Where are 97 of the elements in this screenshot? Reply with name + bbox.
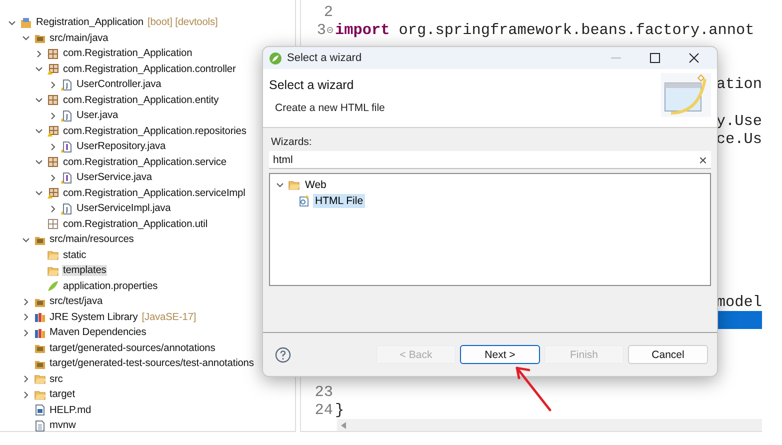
code-text: y.Use — [716, 112, 762, 130]
library-icon — [34, 326, 46, 339]
library-icon — [34, 311, 46, 324]
chevron-down-icon[interactable] — [35, 189, 43, 198]
line-number: 23 — [314, 383, 333, 402]
leaf-logo-icon — [269, 52, 282, 64]
tree-item[interactable]: com.Registration_Application.entity — [62, 94, 220, 106]
tree-item-decoration: [boot] [devtools] — [147, 17, 218, 28]
chevron-right-icon[interactable] — [48, 204, 56, 213]
tree-item[interactable]: JRE System Library — [48, 312, 139, 323]
chevron-right-icon[interactable] — [48, 80, 56, 89]
tree-item[interactable]: com.Registration_Application — [62, 48, 194, 60]
tree-item[interactable]: target/generated-test-sources/test-annotations — [48, 358, 255, 370]
wizards-label: Wizards: — [271, 136, 313, 148]
source-folder-icon — [34, 342, 46, 354]
tree-item-decoration: [JavaSE-17] — [142, 312, 196, 323]
wizard-item[interactable]: HTML File — [313, 194, 366, 208]
folder-icon — [47, 264, 59, 277]
collapse-icon[interactable] — [327, 27, 333, 34]
tree-item[interactable]: target — [48, 389, 76, 400]
chevron-right-icon[interactable] — [48, 142, 56, 151]
chevron-down-icon[interactable] — [22, 34, 30, 42]
help-icon[interactable] — [275, 346, 291, 362]
package-warning-icon — [47, 125, 59, 138]
java-file-icon — [60, 202, 72, 215]
chevron-down-icon[interactable] — [35, 65, 43, 74]
wizard-item[interactable]: Web — [303, 178, 328, 192]
tree-item[interactable]: User.java — [76, 110, 120, 122]
tree-item[interactable]: mvnw — [48, 420, 77, 432]
interface-file-icon — [60, 172, 72, 184]
chevron-down-icon[interactable] — [35, 158, 43, 166]
tree-item[interactable]: templates — [62, 265, 108, 276]
java-file-icon — [60, 78, 72, 91]
chevron-right-icon[interactable] — [22, 375, 30, 384]
wizard-description: Create a new HTML file — [275, 102, 386, 114]
window-title: Select a wizard — [287, 52, 363, 64]
html-file-icon — [298, 195, 310, 207]
package-icon — [47, 94, 59, 106]
interface-file-icon — [60, 140, 72, 153]
leaf-icon — [47, 280, 59, 292]
chevron-right-icon[interactable] — [22, 313, 30, 322]
package-icon — [47, 218, 59, 230]
chevron-right-icon[interactable] — [48, 112, 56, 120]
java-file-icon — [60, 110, 72, 122]
chevron-down-icon[interactable] — [35, 127, 43, 136]
tree-item[interactable]: com.Registration_Application.repositories — [62, 126, 248, 137]
wizard-heading: Select a wizard — [269, 78, 355, 92]
tree-item[interactable]: com.Registration_Application.service — [62, 156, 228, 168]
tree-item[interactable]: UserController.java — [76, 79, 162, 90]
tree-item[interactable]: src/test/java — [48, 296, 104, 308]
folder-icon — [47, 249, 59, 262]
tree-item[interactable]: UserService.java — [76, 172, 153, 184]
package-warning-icon — [47, 63, 59, 76]
folder-icon — [34, 388, 46, 401]
line-number: 3 — [316, 21, 326, 40]
horizontal-scrollbar[interactable] — [337, 419, 762, 431]
package-icon — [47, 156, 59, 168]
tree-item[interactable]: target/generated-sources/annotations — [48, 342, 216, 354]
folder-icon — [34, 373, 46, 386]
line-number: 2 — [324, 3, 333, 22]
chevron-right-icon[interactable] — [22, 390, 30, 399]
chevron-right-icon[interactable] — [35, 50, 43, 58]
chevron-down-icon[interactable] — [276, 181, 284, 189]
folder-icon — [288, 179, 300, 191]
code-text: } — [335, 401, 344, 420]
source-folder-icon — [34, 32, 46, 44]
code-text: ce.Us — [716, 130, 762, 148]
tree-item[interactable]: src/main/java — [48, 32, 110, 44]
chevron-down-icon[interactable] — [22, 236, 30, 244]
clear-button[interactable]: × — [698, 152, 707, 168]
code-text: ation — [716, 75, 762, 94]
tree-item[interactable]: HELP.md — [48, 404, 92, 416]
tree-item[interactable]: UserRepository.java — [76, 141, 167, 152]
tree-item[interactable]: UserServiceImpl.java — [76, 203, 172, 214]
document-icon — [34, 404, 46, 416]
tree-item[interactable]: com.Registration_Application.serviceImpl — [62, 188, 246, 199]
package-icon — [47, 48, 59, 60]
chevron-down-icon[interactable] — [35, 96, 43, 104]
package-warning-icon — [47, 187, 59, 200]
tree-item[interactable]: com.Registration_Application.util — [62, 218, 208, 230]
tree-item[interactable]: Registration_Application — [35, 17, 144, 28]
code-text: import org.springframework.beans.factory.annot — [335, 21, 754, 40]
chevron-right-icon[interactable] — [22, 298, 30, 306]
chevron-right-icon[interactable] — [22, 328, 30, 337]
tree-item[interactable]: src — [48, 374, 64, 385]
tree-item[interactable]: application.properties — [62, 280, 159, 292]
project-folder-icon — [20, 16, 32, 29]
chevron-right-icon[interactable] — [48, 174, 56, 182]
dialog-button[interactable]: Cancel — [628, 345, 708, 364]
window-wizard-icon — [661, 73, 711, 117]
tree-item[interactable]: com.Registration_Application.controller — [62, 64, 237, 75]
dialog-button[interactable]: Next > — [460, 345, 540, 364]
tree-item[interactable]: static — [62, 250, 88, 261]
tree-item[interactable]: Maven Dependencies — [48, 327, 148, 338]
line-number: 24 — [314, 401, 333, 420]
chevron-down-icon[interactable] — [8, 18, 16, 27]
tree-item[interactable]: src/main/resources — [48, 234, 135, 246]
